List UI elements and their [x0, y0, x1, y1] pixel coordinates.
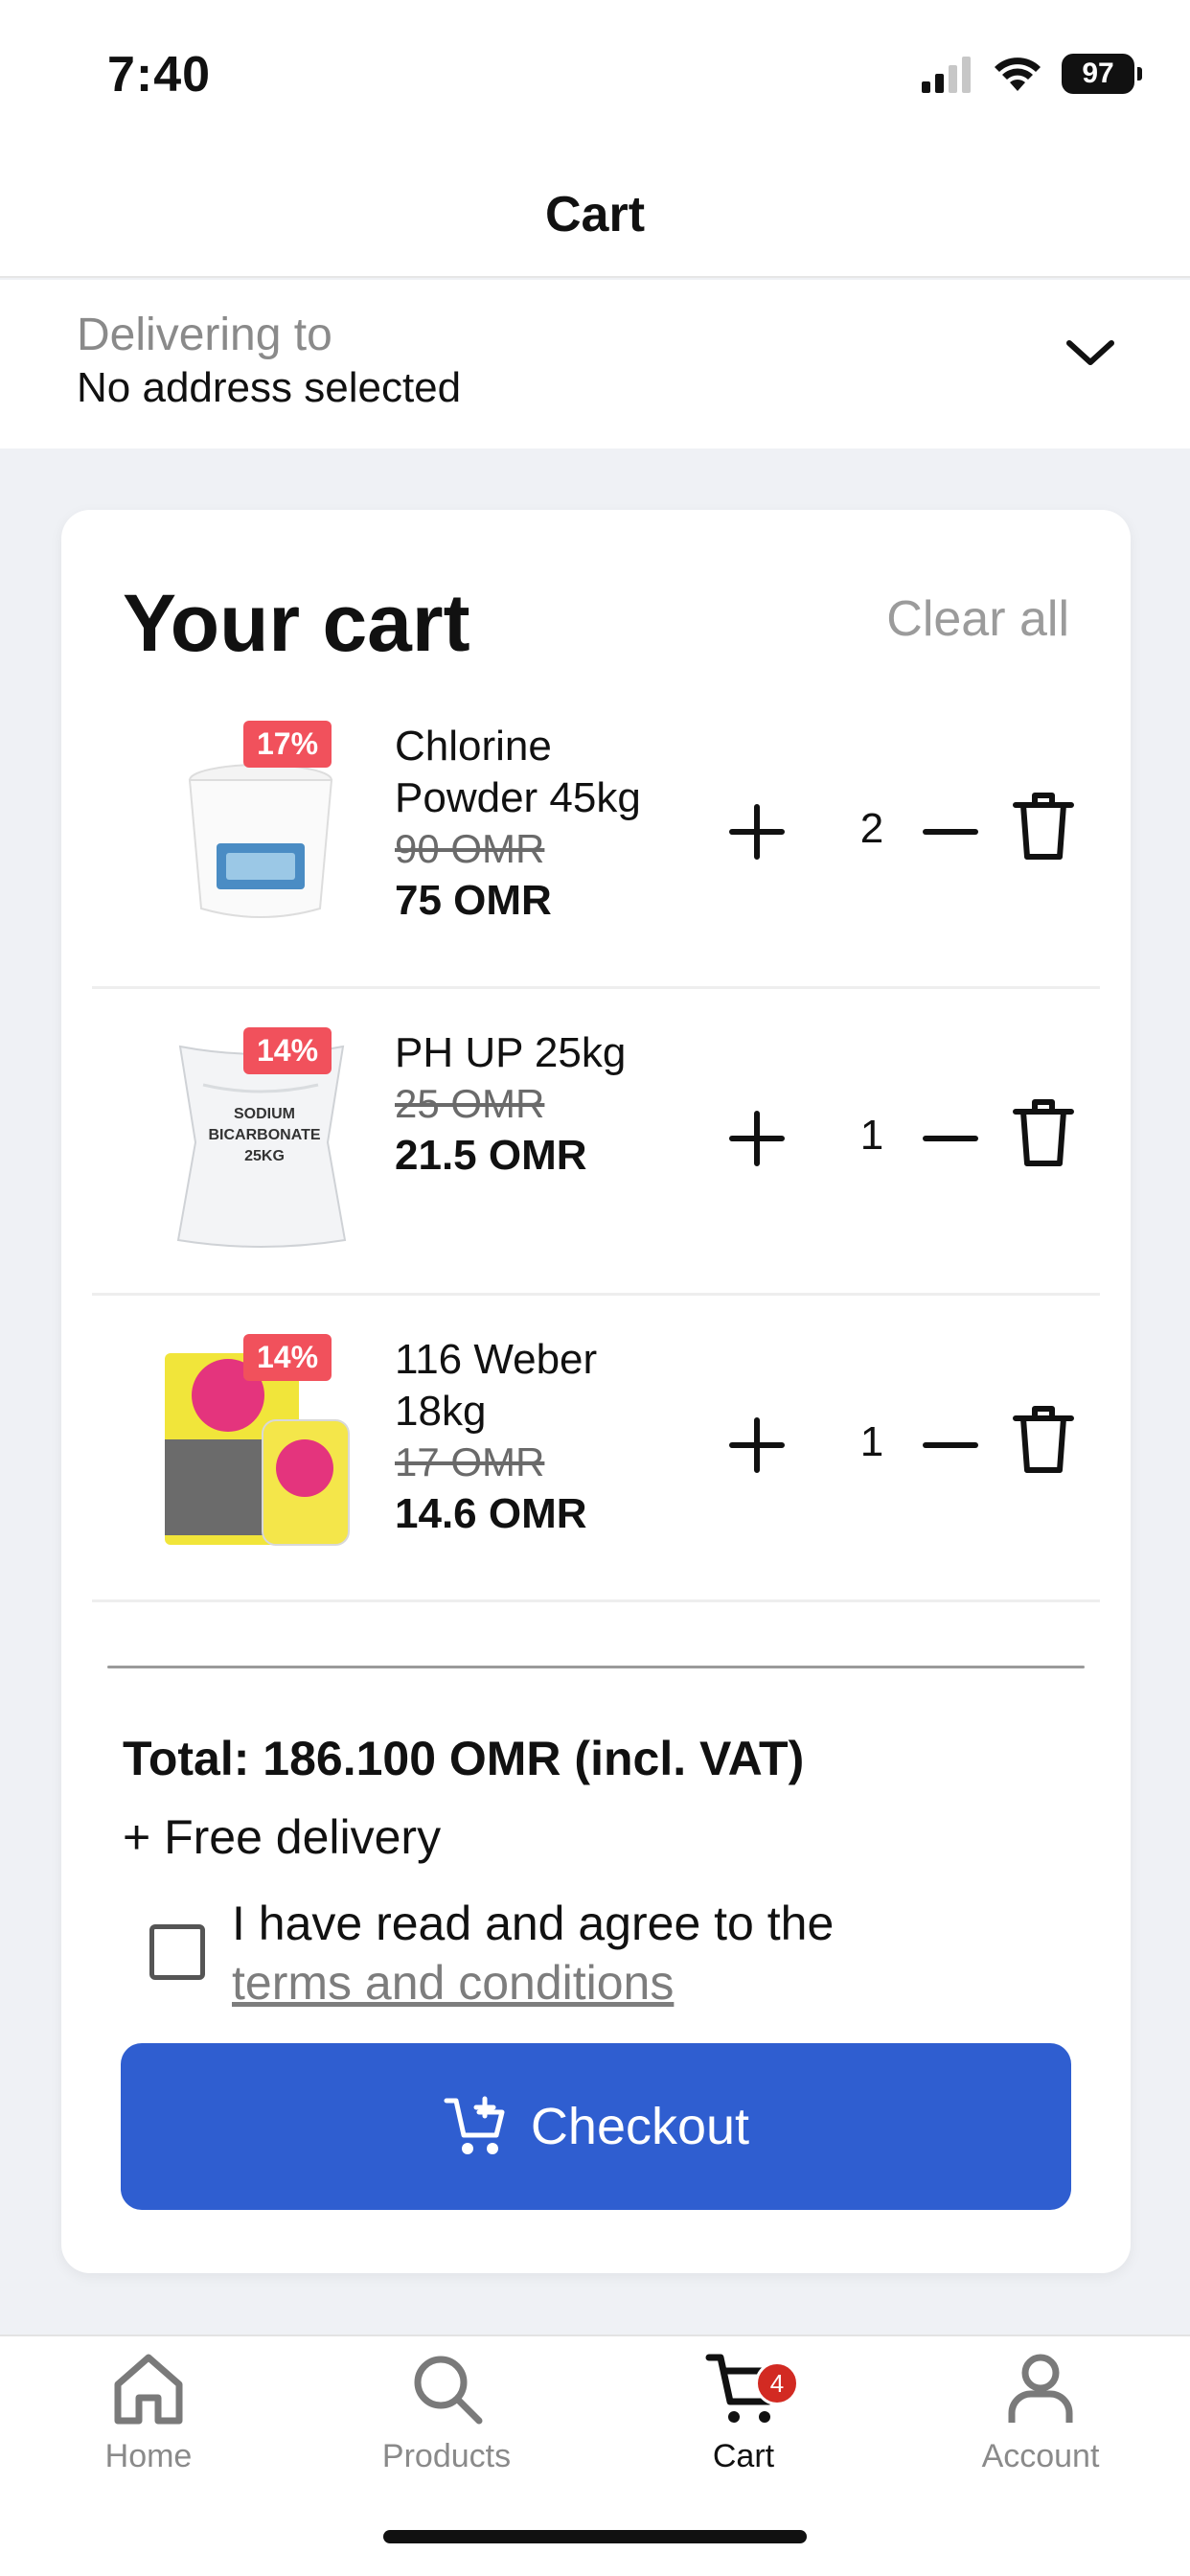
- address-value: No address selected: [77, 364, 462, 411]
- item-old-price: 25 OMR: [395, 1081, 545, 1126]
- cart-item-chlorine: 17% Chlorine Powder 45kg 90 OMR 75 OMR 2: [92, 682, 1100, 989]
- status-bar: 7:40 97: [0, 0, 1190, 153]
- minus-icon[interactable]: [922, 1110, 979, 1167]
- home-icon: [114, 2354, 183, 2425]
- minus-icon[interactable]: [922, 1416, 979, 1474]
- tab-account[interactable]: Account: [926, 2350, 1156, 2542]
- quantity-value: 1: [859, 1418, 884, 1465]
- tab-label: Home: [104, 2438, 193, 2474]
- wifi-icon: [995, 58, 1041, 91]
- discount-badge: 14%: [243, 1334, 332, 1381]
- terms-link[interactable]: terms and conditions: [232, 1953, 1056, 2012]
- cart-item-ph-up: SODIUM BICARBONATE 25KG 14% PH UP 25kg 2…: [92, 989, 1100, 1296]
- discount-badge: 14%: [243, 1027, 332, 1074]
- plus-icon[interactable]: [728, 1416, 786, 1474]
- item-old-price: 90 OMR: [395, 826, 545, 871]
- tab-label: Account: [981, 2438, 1100, 2474]
- page-title: Cart: [544, 187, 646, 242]
- status-time: 7:40: [107, 47, 212, 103]
- address-label: Delivering to: [77, 310, 332, 360]
- tab-products[interactable]: Products: [332, 2350, 561, 2542]
- address-selector[interactable]: Delivering to No address selected: [0, 280, 1190, 448]
- plus-icon[interactable]: [728, 803, 786, 861]
- nav-header: Cart: [0, 153, 1190, 278]
- terms-text: I have read and agree to the terms and c…: [232, 1894, 1056, 2012]
- divider: [107, 1666, 1085, 1668]
- clear-all-button[interactable]: Clear all: [886, 590, 1069, 648]
- delivery-note: + Free delivery: [123, 1810, 442, 1864]
- item-info: PH UP 25kg 25 OMR 21.5 OMR: [395, 1027, 682, 1183]
- item-name: PH UP 25kg: [395, 1029, 627, 1076]
- home-indicator: [383, 2530, 807, 2543]
- item-info: 116 Weber 18kg 17 OMR 14.6 OMR: [395, 1334, 682, 1541]
- tab-cart[interactable]: 4 Cart: [629, 2350, 858, 2542]
- chevron-down-icon[interactable]: [1064, 334, 1117, 372]
- plus-icon[interactable]: [728, 1110, 786, 1167]
- signal-icon: [922, 57, 971, 93]
- cart-total: Total: 186.100 OMR (incl. VAT): [123, 1732, 805, 1785]
- terms-checkbox[interactable]: [149, 1924, 205, 1980]
- quantity-value: 2: [859, 805, 884, 852]
- battery-level: 97: [1082, 58, 1114, 89]
- minus-icon[interactable]: [922, 803, 979, 861]
- item-price: 14.6 OMR: [395, 1490, 587, 1537]
- checkout-label: Checkout: [530, 2098, 750, 2155]
- terms-prefix: I have read and agree to the: [232, 1897, 835, 1950]
- product-image-label: SODIUM BICARBONATE 25KG: [208, 1106, 321, 1164]
- cart-item-weber: 14% 116 Weber 18kg 17 OMR 14.6 OMR 1: [92, 1296, 1100, 1602]
- item-price: 75 OMR: [395, 877, 552, 924]
- status-icons: 97: [920, 54, 1142, 94]
- item-name: Chlorine Powder 45kg: [395, 723, 641, 821]
- cart-card: Your cart Clear all 17% Chlorine Powder …: [61, 510, 1131, 2273]
- item-name: 116 Weber 18kg: [395, 1336, 598, 1435]
- tab-home[interactable]: Home: [34, 2350, 263, 2542]
- discount-badge: 17%: [243, 721, 332, 768]
- cart-title: Your cart: [123, 578, 470, 668]
- search-icon: [414, 2356, 483, 2425]
- tab-label: Cart: [712, 2438, 775, 2474]
- trash-icon[interactable]: [1012, 1403, 1075, 1476]
- quantity-value: 1: [859, 1112, 884, 1159]
- cart-count-badge: 4: [755, 2361, 799, 2405]
- battery-icon: 97: [1062, 54, 1142, 94]
- cart-add-icon: [444, 2096, 505, 2154]
- item-old-price: 17 OMR: [395, 1439, 545, 1484]
- trash-icon[interactable]: [1012, 1096, 1075, 1169]
- item-info: Chlorine Powder 45kg 90 OMR 75 OMR: [395, 721, 682, 928]
- item-price: 21.5 OMR: [395, 1132, 587, 1179]
- tab-label: Products: [381, 2438, 512, 2474]
- checkout-button[interactable]: Checkout: [121, 2043, 1071, 2210]
- trash-icon[interactable]: [1012, 790, 1075, 862]
- user-icon: [1008, 2354, 1073, 2423]
